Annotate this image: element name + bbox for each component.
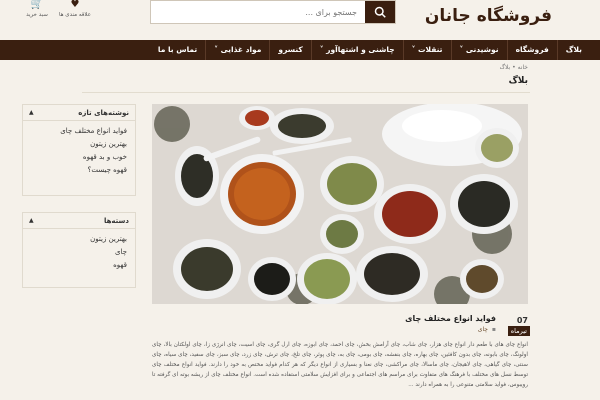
- search-bar: [150, 0, 396, 24]
- cart-label: سبد خرید: [26, 12, 48, 18]
- widget-header[interactable]: دسته‌ها ▲: [23, 213, 135, 229]
- nav-item-snacks[interactable]: تنقلات ˅: [402, 40, 451, 60]
- chevron-up-icon[interactable]: ▲: [29, 109, 34, 116]
- widget-header[interactable]: نوشته‌های تازه ▲: [23, 105, 135, 121]
- search-button[interactable]: [365, 1, 395, 23]
- post-day: 07: [516, 316, 528, 325]
- site-logo[interactable]: فروشگاه جانان: [425, 6, 552, 26]
- site-header: فروشگاه جانان ♥ علاقه مندی ها 🛒 سبد خرید: [0, 0, 600, 42]
- wishlist-label: علاقه مندی ها: [58, 12, 91, 18]
- widget-recent-posts: نوشته‌های تازه ▲ فواید انواع مختلف چای ب…: [22, 104, 136, 196]
- nav-item-condiments[interactable]: چاشنی و اشتهاآور ˅: [310, 40, 403, 60]
- wishlist-link[interactable]: ♥ علاقه مندی ها: [58, 0, 92, 18]
- post-category[interactable]: ▪ چای: [478, 326, 496, 333]
- list-item[interactable]: قهوه چیست؟: [29, 164, 127, 177]
- post-title[interactable]: فواید انواع مختلف چای: [405, 314, 496, 323]
- list-item[interactable]: بهترین زیتون: [29, 138, 127, 151]
- cart-icon: 🛒: [30, 0, 44, 10]
- list-item[interactable]: خوب و بد قهوه: [29, 151, 127, 164]
- categories-list: بهترین زیتون چای قهوه: [23, 229, 135, 278]
- post-excerpt: انواع چای های با طعم دار انواع چای هزار،…: [152, 342, 528, 388]
- search-input[interactable]: [151, 1, 365, 23]
- nav-item-shop[interactable]: فروشگاه: [506, 40, 557, 60]
- breadcrumb[interactable]: خانه • بلاگ: [500, 64, 528, 71]
- widget-title: نوشته‌های تازه: [78, 108, 129, 117]
- widget-categories: دسته‌ها ▲ بهترین زیتون چای قهوه: [22, 212, 136, 288]
- nav-item-blog[interactable]: بلاگ: [556, 40, 590, 60]
- cart-link[interactable]: 🛒 سبد خرید: [20, 0, 54, 18]
- heart-icon: ♥: [70, 0, 80, 10]
- divider: [82, 92, 530, 93]
- widget-title: دسته‌ها: [103, 216, 129, 225]
- nav-item-contact[interactable]: تماس با ما: [150, 40, 205, 60]
- post-featured-image[interactable]: [152, 104, 528, 304]
- post-category-label: چای: [477, 326, 488, 333]
- list-item[interactable]: چای: [29, 246, 127, 259]
- list-item[interactable]: قهوه: [29, 259, 127, 272]
- nav-item-canned[interactable]: کنسرو: [269, 40, 310, 60]
- nav-item-food[interactable]: مواد غذایی ˅: [205, 40, 269, 60]
- nav-item-beverages[interactable]: نوشیدنی ˅: [450, 40, 507, 60]
- main-nav: بلاگ فروشگاه نوشیدنی ˅ تنقلات ˅ چاشنی و …: [0, 40, 600, 60]
- post-month: تیرماه: [507, 326, 530, 336]
- tea-photo: [152, 104, 528, 304]
- list-item[interactable]: فواید انواع مختلف چای: [29, 125, 127, 138]
- search-icon: [374, 6, 386, 18]
- recent-posts-list: فواید انواع مختلف چای بهترین زیتون خوب و…: [23, 121, 135, 183]
- tag-icon: ▪: [491, 326, 496, 333]
- chevron-up-icon[interactable]: ▲: [29, 217, 34, 224]
- list-item[interactable]: بهترین زیتون: [29, 233, 127, 246]
- page-title: بلاگ: [508, 76, 528, 86]
